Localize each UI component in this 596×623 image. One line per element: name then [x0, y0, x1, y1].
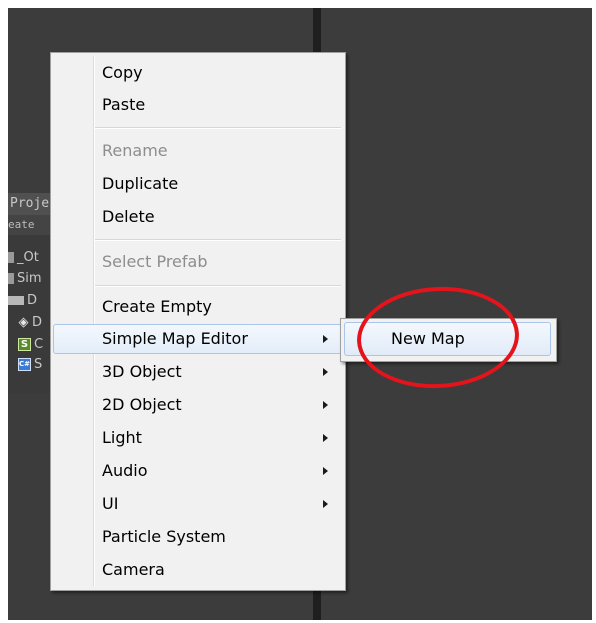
submenu-arrow-icon — [323, 401, 328, 409]
project-tree-item[interactable]: ◈ D — [18, 313, 43, 333]
menu-item-rename: Rename — [102, 141, 168, 160]
submenu-item-new-map[interactable]: New Map — [344, 322, 551, 356]
menu-item-ui[interactable]: UI — [53, 490, 343, 518]
menu-item-duplicate[interactable]: Duplicate — [53, 170, 343, 198]
folder-icon — [8, 273, 14, 284]
unity-scene-icon: ◈ — [18, 315, 29, 330]
project-tree-item[interactable]: D — [8, 291, 37, 311]
submenu-arrow-icon — [323, 335, 328, 343]
menu-item-2d-object[interactable]: 2D Object — [53, 391, 343, 419]
project-tab[interactable]: Proje — [8, 193, 54, 215]
menu-separator — [95, 285, 341, 287]
menu-item-camera[interactable]: Camera — [53, 556, 343, 584]
shader-icon: S — [18, 338, 31, 351]
menu-item-create-empty[interactable]: Create Empty — [53, 293, 343, 321]
menu-item-copy[interactable]: Copy — [53, 59, 343, 87]
menu-separator — [95, 239, 341, 241]
project-tree-item[interactable]: SC — [18, 335, 43, 355]
folder-open-icon — [8, 296, 24, 305]
menu-item-3d-object[interactable]: 3D Object — [53, 358, 343, 386]
project-tree-item[interactable]: C# S — [18, 355, 42, 375]
simple-map-editor-submenu: New Map — [340, 318, 557, 362]
submenu-arrow-icon — [323, 500, 328, 508]
submenu-arrow-icon — [323, 467, 328, 475]
menu-item-delete[interactable]: Delete — [53, 203, 343, 231]
menu-item-particle-system[interactable]: Particle System — [53, 523, 343, 551]
folder-icon — [8, 252, 14, 263]
submenu-arrow-icon — [323, 368, 328, 376]
context-menu: Copy Paste Rename Duplicate Delete Selec… — [50, 52, 346, 591]
project-tree-item[interactable]: _Ot — [8, 248, 39, 268]
menu-item-audio[interactable]: Audio — [53, 457, 343, 485]
menu-item-paste[interactable]: Paste — [53, 91, 343, 119]
project-create-dropdown[interactable]: eate — [8, 215, 52, 235]
project-tree-item[interactable]: Sim — [8, 269, 42, 289]
menu-item-simple-map-editor[interactable]: Simple Map Editor — [53, 324, 343, 354]
csharp-script-icon: C# — [18, 358, 31, 371]
menu-separator — [95, 127, 341, 129]
project-panel: Proje eate _Ot Sim D ◈ D SC C# S — [8, 193, 54, 393]
menu-item-select-prefab: Select Prefab — [102, 252, 208, 271]
submenu-arrow-icon — [323, 434, 328, 442]
menu-item-light[interactable]: Light — [53, 424, 343, 452]
